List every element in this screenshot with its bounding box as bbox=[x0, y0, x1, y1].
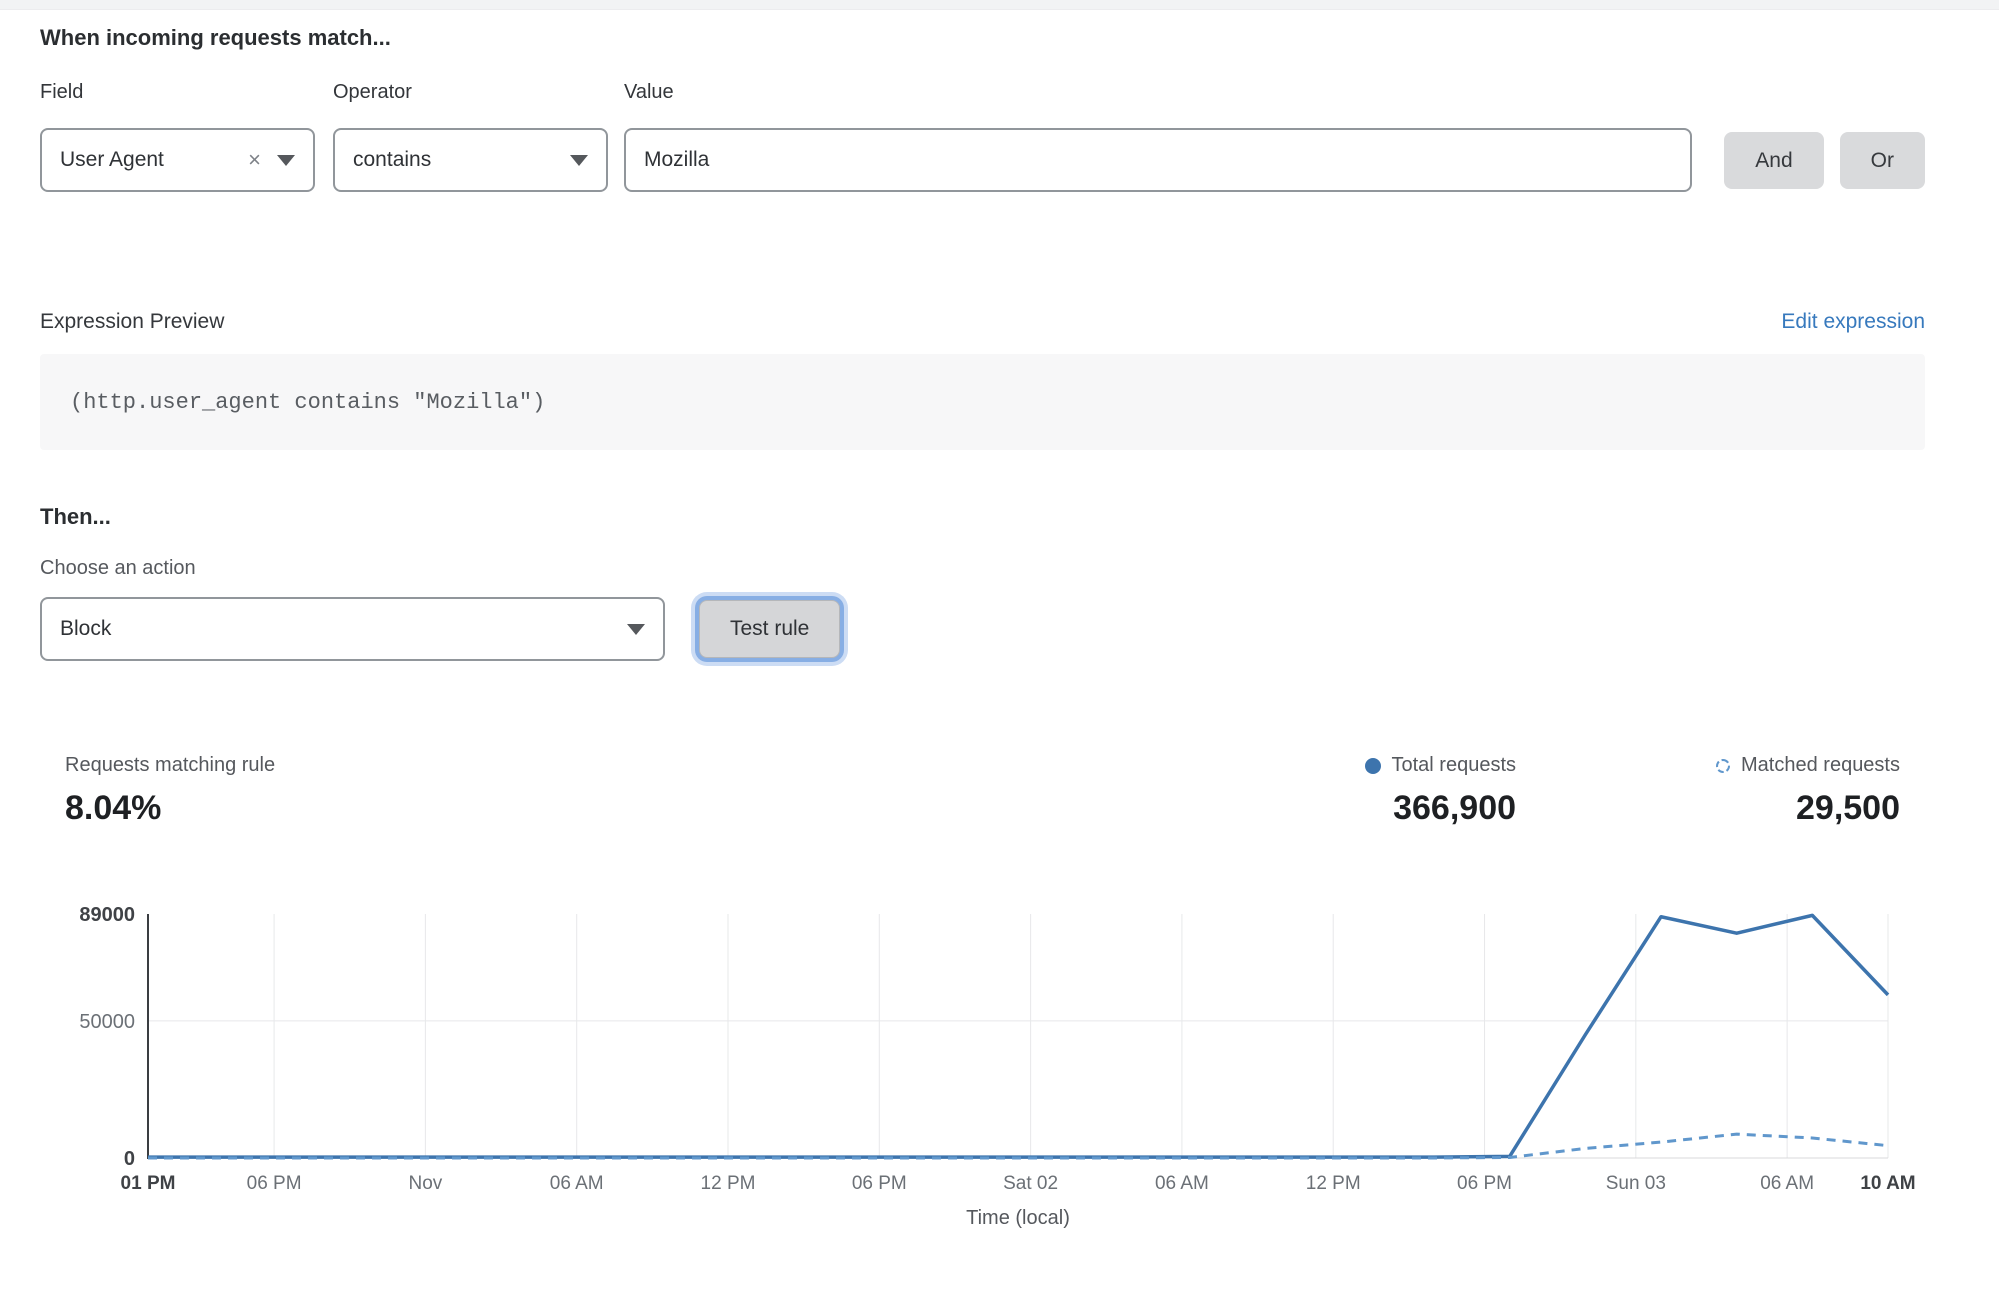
operator-select-value: contains bbox=[353, 148, 431, 172]
operator-label: Operator bbox=[333, 81, 608, 104]
chevron-down-icon bbox=[570, 155, 588, 166]
field-label: Field bbox=[40, 81, 315, 104]
y-tick-label: 89000 bbox=[79, 904, 135, 926]
value-group: Value bbox=[624, 81, 1692, 192]
condition-row: Field User Agent × Operator contains Val… bbox=[40, 81, 1925, 192]
expression-header: Expression Preview Edit expression bbox=[40, 310, 1925, 334]
field-select-value: User Agent bbox=[60, 148, 164, 172]
matched-requests-line bbox=[148, 1134, 1888, 1158]
x-tick-label: Nov bbox=[408, 1173, 442, 1194]
chevron-down-icon bbox=[627, 624, 645, 635]
x-tick-label: 06 PM bbox=[247, 1173, 302, 1194]
choose-action-label: Choose an action bbox=[40, 557, 1925, 580]
operator-select[interactable]: contains bbox=[333, 128, 608, 192]
total-requests-value: 366,900 bbox=[1393, 789, 1516, 828]
test-rule-button[interactable]: Test rule bbox=[699, 600, 840, 658]
matched-requests-block: Matched requests 29,500 bbox=[1716, 754, 1900, 828]
x-tick-label: 01 PM bbox=[121, 1173, 176, 1194]
total-requests-label: Total requests bbox=[1392, 754, 1517, 777]
expression-code-block: (http.user_agent contains "Mozilla") bbox=[40, 354, 1925, 450]
requests-line-chart: 0 50000 89000 01 PM 06 PM Nov 06 AM 12 PM 06 PM S… bbox=[40, 886, 1925, 1234]
total-requests-block: Total requests 366,900 bbox=[1365, 754, 1517, 828]
operator-group: Operator contains bbox=[333, 81, 608, 192]
solid-dot-icon bbox=[1365, 758, 1381, 774]
total-requests-legend: Total requests bbox=[1365, 754, 1517, 777]
x-tick-label: 06 AM bbox=[1760, 1173, 1814, 1194]
value-input[interactable] bbox=[644, 148, 1672, 172]
top-strip bbox=[0, 0, 1999, 10]
firewall-rule-panel: When incoming requests match... Field Us… bbox=[0, 25, 1999, 1239]
x-tick-label: 06 PM bbox=[852, 1173, 907, 1194]
x-tick-label: Sat 02 bbox=[1003, 1173, 1058, 1194]
x-tick-label: 10 AM bbox=[1860, 1173, 1915, 1194]
x-tick-label: 06 AM bbox=[550, 1173, 604, 1194]
and-button[interactable]: And bbox=[1724, 132, 1823, 189]
chevron-down-icon bbox=[277, 155, 295, 166]
field-select[interactable]: User Agent × bbox=[40, 128, 315, 192]
total-requests-line bbox=[148, 915, 1888, 1157]
matched-requests-legend: Matched requests bbox=[1716, 754, 1900, 777]
x-tick-label: 06 AM bbox=[1155, 1173, 1209, 1194]
matched-requests-label: Matched requests bbox=[1741, 754, 1900, 777]
x-tick-label: 12 PM bbox=[701, 1173, 756, 1194]
value-label: Value bbox=[624, 81, 1692, 104]
y-tick-label: 0 bbox=[124, 1148, 135, 1170]
value-input-wrap bbox=[624, 128, 1692, 192]
x-axis-title: Time (local) bbox=[966, 1207, 1070, 1229]
clear-icon[interactable]: × bbox=[248, 147, 261, 173]
then-heading: Then... bbox=[40, 504, 1925, 530]
x-tick-label: 12 PM bbox=[1306, 1173, 1361, 1194]
edit-expression-link[interactable]: Edit expression bbox=[1781, 310, 1925, 334]
requests-chart: 0 50000 89000 01 PM 06 PM Nov 06 AM 12 PM 06 PM S… bbox=[40, 886, 1925, 1239]
match-rate-value: 8.04% bbox=[65, 789, 161, 828]
match-rate-block: Requests matching rule 8.04% bbox=[65, 754, 275, 828]
expression-code: (http.user_agent contains "Mozilla") bbox=[70, 390, 545, 415]
dashed-circle-icon bbox=[1716, 759, 1730, 773]
action-select[interactable]: Block bbox=[40, 597, 665, 661]
y-tick-label: 50000 bbox=[79, 1011, 135, 1033]
match-heading: When incoming requests match... bbox=[40, 25, 1925, 51]
x-tick-label: 06 PM bbox=[1457, 1173, 1512, 1194]
x-tick-label: Sun 03 bbox=[1606, 1173, 1666, 1194]
matched-requests-value: 29,500 bbox=[1796, 789, 1900, 828]
action-row: Block Test rule bbox=[40, 597, 1925, 661]
match-rate-label: Requests matching rule bbox=[65, 754, 275, 777]
chart-legend: Total requests 366,900 Matched requests … bbox=[1365, 754, 1901, 828]
conjunction-buttons: And Or bbox=[1724, 81, 1925, 192]
field-group: Field User Agent × bbox=[40, 81, 315, 192]
or-button[interactable]: Or bbox=[1840, 132, 1925, 189]
stats-row: Requests matching rule 8.04% Total reque… bbox=[40, 754, 1925, 828]
action-select-value: Block bbox=[60, 617, 111, 641]
expression-preview-label: Expression Preview bbox=[40, 310, 224, 334]
